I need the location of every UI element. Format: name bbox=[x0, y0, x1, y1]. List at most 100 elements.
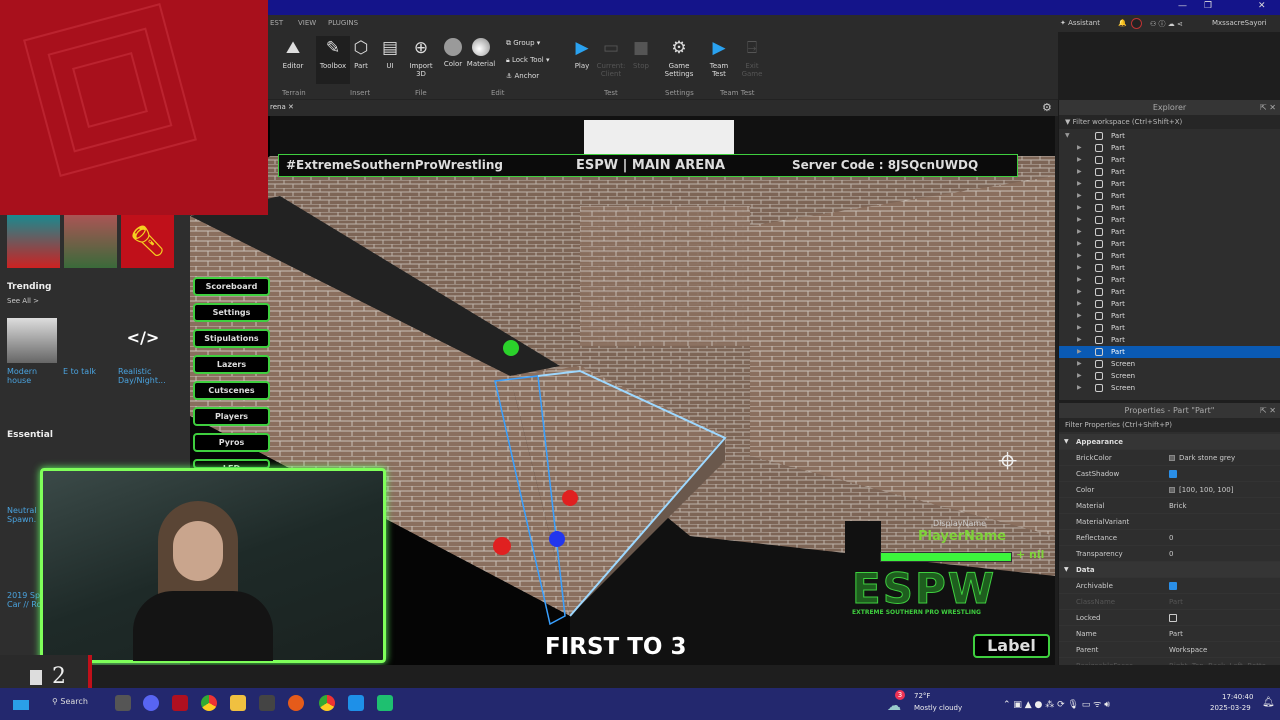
property-row[interactable]: Color [100, 100, 100] bbox=[1059, 482, 1280, 498]
firefox-icon[interactable] bbox=[288, 695, 304, 711]
explorer-item[interactable]: ▶ Screen bbox=[1059, 370, 1280, 382]
taskbar-app-icon[interactable] bbox=[115, 695, 131, 711]
property-category[interactable]: ▼ Appearance bbox=[1059, 434, 1280, 450]
red-handle[interactable] bbox=[562, 490, 578, 506]
property-row[interactable]: CastShadow bbox=[1059, 466, 1280, 482]
cloud-icon[interactable]: ☁ bbox=[887, 698, 901, 714]
terrain-editor-button[interactable]: ⛰ Editor bbox=[276, 38, 310, 70]
minimize-button[interactable]: — bbox=[1178, 1, 1187, 11]
property-category[interactable]: ▼ Data bbox=[1059, 562, 1280, 578]
maximize-button[interactable]: ❐ bbox=[1204, 1, 1212, 11]
search-box[interactable]: ⚲ Search bbox=[52, 697, 88, 706]
anchor-button[interactable]: ⚓︎ Anchor bbox=[506, 72, 539, 80]
explorer-item[interactable]: ▶ Part bbox=[1059, 178, 1280, 190]
explorer-item[interactable]: ▶ Part bbox=[1059, 214, 1280, 226]
checkbox[interactable] bbox=[1169, 614, 1177, 622]
asset-link[interactable]: Neutral Spawn. bbox=[7, 506, 43, 528]
team-test-button[interactable]: ▶ Team Test bbox=[702, 38, 736, 78]
close-icon[interactable]: ⇱ ✕ bbox=[1260, 403, 1276, 418]
property-row[interactable]: Material Brick bbox=[1059, 498, 1280, 514]
weather-text[interactable]: Mostly cloudy bbox=[914, 704, 962, 712]
clock-date[interactable]: 2025-03-29 bbox=[1210, 704, 1251, 712]
explorer-item[interactable]: ▶ Part bbox=[1059, 154, 1280, 166]
explorer-item[interactable]: ▶ Part bbox=[1059, 334, 1280, 346]
pyros-button[interactable]: Pyros bbox=[193, 433, 270, 452]
asset-link[interactable]: Modern house bbox=[7, 367, 52, 385]
see-all-link[interactable]: See All > bbox=[7, 297, 39, 305]
move-crosshair-icon[interactable]: ⌖ bbox=[998, 441, 1017, 481]
properties-filter-input[interactable]: Filter Properties (Ctrl+Shift+P) bbox=[1059, 418, 1280, 432]
explorer-item[interactable]: ▶ Part bbox=[1059, 238, 1280, 250]
file-explorer-icon[interactable] bbox=[230, 695, 246, 711]
green-handle[interactable] bbox=[503, 340, 519, 356]
client-button[interactable]: ▭ Current: Client bbox=[594, 38, 628, 78]
explorer-item[interactable]: ▶ Part bbox=[1059, 166, 1280, 178]
red-handle[interactable] bbox=[493, 537, 511, 555]
property-row[interactable]: Parent Workspace bbox=[1059, 642, 1280, 658]
windows-start-icon[interactable] bbox=[13, 700, 29, 710]
close-button[interactable]: ✕ bbox=[1258, 1, 1266, 11]
explorer-item[interactable]: ▶ Part bbox=[1059, 286, 1280, 298]
explorer-item[interactable]: ▶ Part bbox=[1059, 310, 1280, 322]
explorer-item[interactable]: ▶ Screen bbox=[1059, 358, 1280, 370]
chrome-icon[interactable] bbox=[319, 695, 335, 711]
discord-icon[interactable] bbox=[143, 695, 159, 711]
doc-tab[interactable]: rena ✕ bbox=[270, 103, 294, 111]
explorer-item[interactable]: ▶ Part bbox=[1059, 346, 1280, 358]
players-button[interactable]: Players bbox=[193, 407, 270, 426]
checkbox[interactable] bbox=[1169, 582, 1177, 590]
property-row[interactable]: Name Part bbox=[1059, 626, 1280, 642]
property-row[interactable]: Locked bbox=[1059, 610, 1280, 626]
explorer-item[interactable]: ▶ Screen bbox=[1059, 382, 1280, 393]
roblox-studio-icon[interactable] bbox=[348, 695, 364, 711]
notification-bell-icon[interactable]: 🔔︎ bbox=[1262, 697, 1275, 708]
taskbar-app-icon[interactable] bbox=[172, 695, 188, 711]
cutscenes-button[interactable]: Cutscenes bbox=[193, 381, 270, 400]
stipulations-button[interactable]: Stipulations bbox=[193, 329, 270, 348]
stop-button[interactable]: ■ Stop bbox=[624, 38, 658, 70]
taskbar-app-icon[interactable] bbox=[377, 695, 393, 711]
toolbox-thumb[interactable] bbox=[7, 215, 60, 268]
asset-link[interactable]: E to talk bbox=[63, 367, 96, 376]
tab-plugins[interactable]: PLUGINS bbox=[328, 19, 358, 27]
explorer-item[interactable]: ▶ Part bbox=[1059, 250, 1280, 262]
explorer-filter-input[interactable]: ▼ Filter workspace (Ctrl+Shift+X) bbox=[1059, 115, 1280, 129]
flashlight-thumb[interactable]: 🔦︎ bbox=[121, 215, 174, 268]
ui-button[interactable]: ▤ UI bbox=[373, 38, 407, 70]
property-row[interactable]: Archivable bbox=[1059, 578, 1280, 594]
material-button[interactable]: Material bbox=[464, 38, 498, 68]
tray-icons[interactable]: ⌃ ▣ ▲ ● ⁂ ⟳ 🎙︎ ▭ ᯤ 🔊︎ bbox=[1003, 697, 1110, 710]
lock-tool-button[interactable]: 🔒︎ Lock Tool ▾ bbox=[506, 56, 550, 65]
checkbox[interactable] bbox=[1169, 470, 1177, 478]
property-row[interactable]: Reflectance 0 bbox=[1059, 530, 1280, 546]
tab-test[interactable]: EST bbox=[270, 19, 283, 27]
assistant-button[interactable]: ✦ Assistant bbox=[1060, 19, 1100, 27]
close-icon[interactable]: ⇱ ✕ bbox=[1260, 100, 1276, 115]
scoreboard-button[interactable]: Scoreboard bbox=[193, 277, 270, 296]
property-row[interactable]: ClassName Part bbox=[1059, 594, 1280, 610]
taskbar-app-icon[interactable] bbox=[259, 695, 275, 711]
blue-handle[interactable] bbox=[549, 531, 565, 547]
tab-view[interactable]: VIEW bbox=[298, 19, 316, 27]
toolbox-thumb[interactable] bbox=[64, 215, 117, 268]
explorer-item[interactable]: ▶ Part bbox=[1059, 298, 1280, 310]
explorer-item[interactable]: ▼ Part bbox=[1059, 130, 1280, 142]
import-3d-button[interactable]: ⊕ Import 3D bbox=[404, 38, 438, 78]
settings-gear-icon[interactable]: ⚙ bbox=[1042, 101, 1052, 114]
username[interactable]: MxssacreSayori bbox=[1212, 19, 1267, 27]
temperature[interactable]: 72°F bbox=[914, 692, 930, 700]
settings-button[interactable]: Settings bbox=[193, 303, 270, 322]
code-icon[interactable]: </> bbox=[118, 318, 168, 358]
chrome-icon[interactable] bbox=[201, 695, 217, 711]
property-row[interactable]: MaterialVariant bbox=[1059, 514, 1280, 530]
property-row[interactable]: BrickColor Dark stone grey bbox=[1059, 450, 1280, 466]
game-settings-button[interactable]: ⚙ Game Settings bbox=[662, 38, 696, 78]
notifications-icon[interactable]: 🔔 bbox=[1118, 19, 1127, 27]
modern-house-thumb[interactable] bbox=[7, 318, 57, 363]
property-row[interactable]: Transparency 0 bbox=[1059, 546, 1280, 562]
exit-game-button[interactable]: ⍈ Exit Game bbox=[735, 38, 769, 78]
avatar[interactable] bbox=[1131, 18, 1142, 29]
explorer-item[interactable]: ▶ Part bbox=[1059, 274, 1280, 286]
share-icon[interactable]: ⚇ ⓘ ☁ ⋖ bbox=[1150, 19, 1183, 29]
explorer-item[interactable]: ▶ Part bbox=[1059, 142, 1280, 154]
